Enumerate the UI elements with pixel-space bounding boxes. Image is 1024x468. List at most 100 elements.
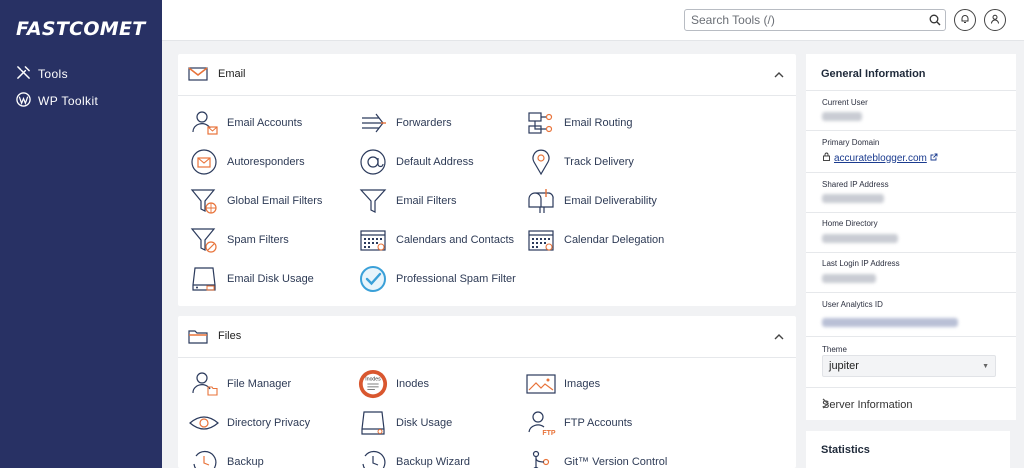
section-title: Email xyxy=(218,68,246,80)
tool-file-manager[interactable]: File Manager xyxy=(189,369,291,399)
primary-domain-link[interactable]: accurateblogger.com xyxy=(834,153,927,164)
last-login-row: Last Login IP Address xyxy=(806,252,1016,292)
tool-label: Email Routing xyxy=(564,117,633,129)
email-section: Email Email Accounts Forwarders Email Ro… xyxy=(178,54,796,306)
tool-email-deliverability[interactable]: Email Deliverability xyxy=(526,186,657,216)
inodes-badge-text: Inodes xyxy=(365,376,381,382)
spam-filters-icon xyxy=(189,225,219,255)
tool-directory-privacy[interactable]: Directory Privacy xyxy=(189,408,310,438)
tool-label: Inodes xyxy=(396,378,430,390)
notifications-button[interactable] xyxy=(954,9,976,31)
track-delivery-icon xyxy=(526,147,556,177)
tool-label: Calendars and Contacts xyxy=(396,234,515,246)
disk-usage-icon xyxy=(358,408,388,438)
tool-label: Track Delivery xyxy=(564,156,634,168)
tool-autoresponders[interactable]: Autoresponders xyxy=(189,147,305,177)
server-information-link[interactable]: Server Information xyxy=(806,387,1016,420)
section-title: Files xyxy=(218,330,242,342)
tool-label: FTP Accounts xyxy=(564,417,633,429)
tool-label: File Manager xyxy=(227,378,292,390)
chevron-up-icon[interactable] xyxy=(774,331,784,343)
tool-label: Autoresponders xyxy=(227,156,305,168)
home-directory-row: Home Directory xyxy=(806,212,1016,252)
home-directory-value xyxy=(822,234,898,246)
search-box xyxy=(684,9,946,31)
tool-email-disk-usage[interactable]: Email Disk Usage xyxy=(189,264,314,294)
tool-calendars-contacts[interactable]: Calendars and Contacts xyxy=(358,225,514,255)
git-icon xyxy=(526,447,556,468)
tool-professional-spam-filter[interactable]: Professional Spam Filter xyxy=(358,264,516,294)
tool-label: Backup Wizard xyxy=(396,456,470,468)
sidebar-item-tools[interactable]: Tools xyxy=(16,65,68,83)
tool-label: Images xyxy=(564,378,601,390)
email-disk-usage-icon xyxy=(189,264,219,294)
tool-email-accounts[interactable]: Email Accounts xyxy=(189,108,302,138)
panel-title: Statistics xyxy=(821,444,870,456)
tool-label: Forwarders xyxy=(396,117,452,129)
tool-default-address[interactable]: Default Address xyxy=(358,147,474,177)
field-label: Shared IP Address xyxy=(822,180,889,189)
user-menu-button[interactable] xyxy=(984,9,1006,31)
tool-label: Default Address xyxy=(396,156,474,168)
field-label: Last Login IP Address xyxy=(822,259,900,268)
tool-label: Email Deliverability xyxy=(564,195,657,207)
tool-label: Professional Spam Filter xyxy=(396,273,516,285)
external-link-icon[interactable] xyxy=(930,153,938,164)
sidebar: FASTCOMET Tools WP Toolkit xyxy=(0,0,162,468)
folder-icon xyxy=(188,328,208,347)
tool-disk-usage[interactable]: Disk Usage xyxy=(358,408,452,438)
inodes-icon: Inodes xyxy=(358,369,388,399)
email-routing-icon xyxy=(526,108,556,138)
backup-icon xyxy=(189,447,219,468)
tool-email-filters[interactable]: Email Filters xyxy=(358,186,457,216)
email-accounts-icon xyxy=(189,108,219,138)
professional-spam-filter-icon xyxy=(358,264,388,294)
chevron-up-icon[interactable] xyxy=(774,69,784,81)
top-header xyxy=(162,0,1024,41)
tool-spam-filters[interactable]: Spam Filters xyxy=(189,225,289,255)
tool-inodes[interactable]: Inodes Inodes xyxy=(358,369,429,399)
files-section: Files File Manager Inodes Inodes Images … xyxy=(178,316,796,468)
tool-label: Spam Filters xyxy=(227,234,289,246)
tool-git-version-control[interactable]: Git™ Version Control xyxy=(526,447,667,468)
field-label: Theme xyxy=(822,345,847,354)
statistics-panel: Statistics xyxy=(806,431,1010,468)
default-address-icon xyxy=(358,147,388,177)
global-email-filters-icon xyxy=(189,186,219,216)
tool-ftp-accounts[interactable]: FTP FTP Accounts xyxy=(526,408,632,438)
field-label: Home Directory xyxy=(822,219,878,228)
tool-label: Email Filters xyxy=(396,195,457,207)
wordpress-icon xyxy=(16,92,31,110)
email-deliverability-icon xyxy=(526,186,556,216)
sidebar-item-label: WP Toolkit xyxy=(38,94,99,108)
field-label: Current User xyxy=(822,98,868,107)
current-user-value xyxy=(822,112,862,124)
search-icon[interactable] xyxy=(925,10,945,30)
brand-logo[interactable]: FASTCOMET xyxy=(16,18,146,40)
files-section-header[interactable]: Files xyxy=(178,316,796,358)
images-icon xyxy=(526,369,556,399)
tool-track-delivery[interactable]: Track Delivery xyxy=(526,147,634,177)
sidebar-item-wp-toolkit[interactable]: WP Toolkit xyxy=(16,92,98,110)
search-input[interactable] xyxy=(685,13,925,27)
tool-global-email-filters[interactable]: Global Email Filters xyxy=(189,186,322,216)
current-user-row: Current User xyxy=(806,90,1016,130)
forwarders-icon xyxy=(358,108,388,138)
caret-down-icon: ▼ xyxy=(982,363,989,370)
tool-email-routing[interactable]: Email Routing xyxy=(526,108,632,138)
tool-label: Git™ Version Control xyxy=(564,456,668,468)
theme-select[interactable]: jupiter ▼ xyxy=(822,355,996,377)
tool-backup[interactable]: Backup xyxy=(189,447,264,468)
last-login-value xyxy=(822,274,876,286)
tool-label: Calendar Delegation xyxy=(564,234,665,246)
tool-backup-wizard[interactable]: Backup Wizard xyxy=(358,447,470,468)
sidebar-item-label: Tools xyxy=(38,67,69,81)
tool-forwarders[interactable]: Forwarders xyxy=(358,108,452,138)
tool-calendar-delegation[interactable]: Calendar Delegation xyxy=(526,225,664,255)
chevron-right-icon xyxy=(822,398,1000,412)
tool-label: Email Accounts xyxy=(227,117,303,129)
bell-icon xyxy=(960,14,970,27)
tool-label: Backup xyxy=(227,456,264,468)
email-section-header[interactable]: Email xyxy=(178,54,796,96)
tool-images[interactable]: Images xyxy=(526,369,600,399)
